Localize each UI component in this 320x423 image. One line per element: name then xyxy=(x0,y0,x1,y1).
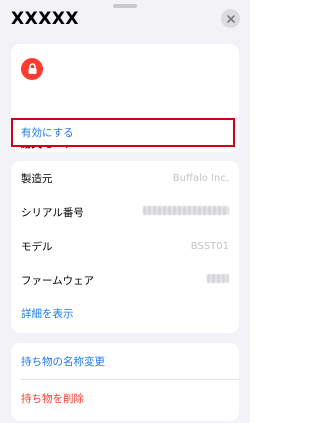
show-details-link[interactable]: 詳細を表示 xyxy=(21,306,74,321)
firmware-value xyxy=(207,274,229,286)
serial-label: シリアル番号 xyxy=(21,206,84,219)
serial-value xyxy=(143,206,229,218)
redacted-firmware xyxy=(207,274,229,283)
item-actions-card: 持ち物の名称変更 持ち物を削除 xyxy=(11,343,239,421)
info-row-manufacturer: 製造元 Buffalo Inc. xyxy=(21,161,229,195)
device-info-card: 製造元 Buffalo Inc. シリアル番号 モデル BSST01 ファームウ… xyxy=(11,161,239,333)
close-button[interactable] xyxy=(221,9,240,28)
item-detail-sheet: XXXXX 紛失モード 有効にする 製造元 Buffalo Inc. シリアル番… xyxy=(0,0,250,423)
manufacturer-label: 製造元 xyxy=(21,172,53,185)
delete-item-button[interactable]: 持ち物を削除 xyxy=(21,380,239,416)
enable-lost-mode-button[interactable]: 有効にする xyxy=(11,118,235,147)
redacted-serial xyxy=(143,206,229,215)
enable-lost-mode-label: 有効にする xyxy=(21,127,74,139)
manufacturer-value: Buffalo Inc. xyxy=(172,172,229,184)
model-label: モデル xyxy=(21,240,53,253)
info-row-firmware: ファームウェア xyxy=(21,263,229,297)
close-icon xyxy=(226,14,235,23)
lost-mode-badge xyxy=(21,58,43,80)
lock-icon xyxy=(28,63,36,74)
info-row-serial: シリアル番号 xyxy=(21,195,229,229)
page-title: XXXXX xyxy=(11,9,80,29)
firmware-label: ファームウェア xyxy=(21,274,95,287)
rename-item-button[interactable]: 持ち物の名称変更 xyxy=(21,343,239,379)
model-value: BSST01 xyxy=(190,240,229,252)
sheet-grabber[interactable] xyxy=(113,4,137,8)
info-row-model: モデル BSST01 xyxy=(21,229,229,263)
